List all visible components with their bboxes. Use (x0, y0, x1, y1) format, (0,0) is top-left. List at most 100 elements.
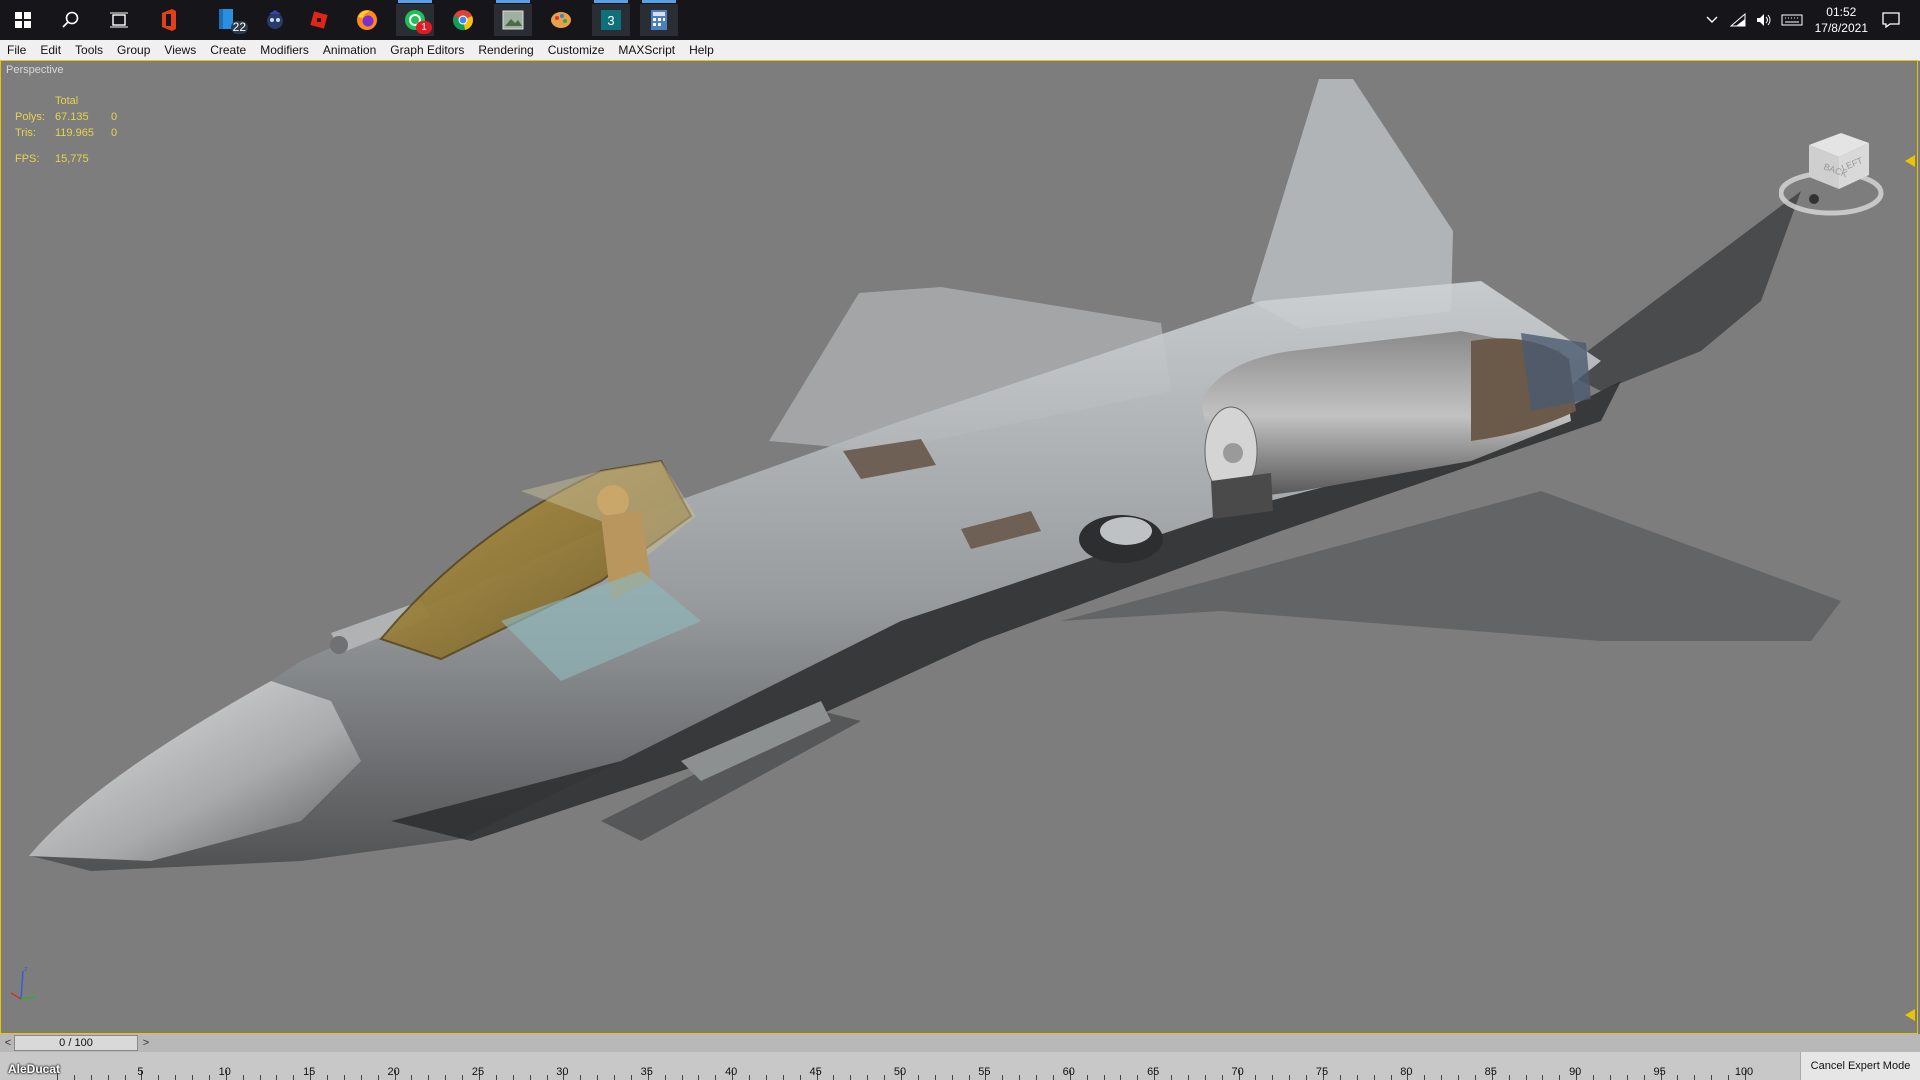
paint-app-icon[interactable] (542, 4, 580, 36)
windows-taskbar: 22 1 3 01:52 17/8/2021 (0, 0, 1920, 40)
notification-center-icon[interactable] (1880, 0, 1902, 40)
track-tick (1458, 1075, 1460, 1080)
menu-help[interactable]: Help (682, 40, 721, 60)
keyboard-icon[interactable] (1779, 0, 1805, 40)
track-tick (1593, 1075, 1595, 1080)
game-app-icon[interactable] (256, 4, 294, 36)
track-tick (799, 1075, 801, 1080)
track-tick (968, 1075, 970, 1080)
menu-views[interactable]: Views (157, 40, 203, 60)
track-tick (614, 1075, 616, 1080)
track-tick (124, 1075, 126, 1080)
track-tick (1441, 1075, 1443, 1080)
cancel-expert-mode-button[interactable]: Cancel Expert Mode (1800, 1052, 1920, 1080)
track-tick (1171, 1075, 1173, 1080)
track-tick (1137, 1075, 1139, 1080)
track-tick (1694, 1075, 1696, 1080)
menu-file[interactable]: File (0, 40, 33, 60)
track-tick-label: 5 (137, 1066, 144, 1078)
track-tick (1474, 1075, 1476, 1080)
viewcube[interactable]: BACK LEFT (1779, 123, 1889, 223)
pilot-figure (597, 485, 629, 517)
track-tick (1289, 1075, 1291, 1080)
time-slider-thumb[interactable]: 0 / 100 (14, 1035, 138, 1051)
track-tick (360, 1075, 362, 1080)
menu-animation[interactable]: Animation (316, 40, 383, 60)
track-tick (934, 1075, 936, 1080)
jet-model-render (29, 79, 1841, 871)
track-tick (377, 1075, 379, 1080)
track-tick (1626, 1075, 1628, 1080)
tris-selected: 0 (111, 127, 118, 139)
svg-text:z: z (24, 966, 28, 973)
track-tick (529, 1075, 531, 1080)
track-tick-label: 15 (303, 1066, 316, 1078)
whatsapp-icon[interactable]: 1 (396, 0, 434, 36)
track-tick (1221, 1075, 1223, 1080)
watermark-username: AleDucat (8, 1062, 61, 1076)
svg-text:3: 3 (607, 13, 614, 28)
calculator-icon[interactable] (640, 0, 678, 36)
notification-count-badge: 22 (230, 20, 248, 34)
menu-graph-editors[interactable]: Graph Editors (383, 40, 471, 60)
track-tick (73, 1075, 75, 1080)
menu-rendering[interactable]: Rendering (471, 40, 540, 60)
office-icon[interactable] (150, 4, 188, 36)
task-view-icon[interactable] (100, 4, 138, 36)
time-slider-next-button[interactable]: > (140, 1036, 152, 1050)
track-tick (1204, 1075, 1206, 1080)
track-tick (1390, 1075, 1392, 1080)
track-tick (259, 1075, 261, 1080)
track-tick (512, 1075, 514, 1080)
chrome-icon[interactable] (444, 4, 482, 36)
chevron-up-icon[interactable] (1701, 0, 1723, 40)
track-tick (1120, 1075, 1122, 1080)
track-tick (698, 1075, 700, 1080)
menu-customize[interactable]: Customize (541, 40, 612, 60)
clock-time: 01:52 (1826, 5, 1857, 19)
track-tick (749, 1075, 751, 1080)
track-tick (293, 1075, 295, 1080)
clock-date: 17/8/2021 (1814, 21, 1868, 35)
volume-icon[interactable] (1753, 0, 1775, 40)
perspective-viewport[interactable]: Perspective Total Polys: 67.135 0 Tris: 119… (0, 60, 1918, 1034)
track-tick (1339, 1075, 1341, 1080)
roblox-icon[interactable] (300, 4, 338, 36)
track-tick (1508, 1075, 1510, 1080)
track-tick (1643, 1075, 1645, 1080)
menu-edit[interactable]: Edit (33, 40, 68, 60)
menu-maxscript[interactable]: MAXScript (611, 40, 682, 60)
search-icon[interactable] (52, 4, 90, 36)
track-tick (1103, 1075, 1105, 1080)
track-tick-label: 70 (1231, 1066, 1244, 1078)
file-explorer-icon[interactable]: 22 (208, 4, 248, 36)
menu-tools[interactable]: Tools (68, 40, 110, 60)
time-slider[interactable]: < 0 / 100 > (0, 1034, 1920, 1052)
menu-modifiers[interactable]: Modifiers (253, 40, 316, 60)
track-bar[interactable]: 5 10 15 20 25 30 35 40 45 50 55 60 65 70 75 80 85 90 95 100 (0, 1052, 1800, 1080)
polys-label: Polys: (15, 111, 45, 123)
viewport-edge-arrow (1905, 1009, 1915, 1021)
3ds-max-icon[interactable]: 3 (592, 0, 630, 36)
firefox-icon[interactable] (348, 4, 386, 36)
track-tick (462, 1075, 464, 1080)
menu-group[interactable]: Group (110, 40, 157, 60)
fps-value: 15,775 (55, 153, 89, 165)
track-tick (1373, 1075, 1375, 1080)
track-tick (343, 1075, 345, 1080)
track-tick (1356, 1075, 1358, 1080)
track-tick (630, 1075, 632, 1080)
menu-create[interactable]: Create (203, 40, 253, 60)
track-tick (580, 1075, 582, 1080)
windows-start-icon[interactable] (4, 4, 42, 36)
track-tick (546, 1075, 548, 1080)
fps-label: FPS: (15, 153, 40, 165)
network-icon[interactable] (1727, 0, 1749, 40)
time-slider-prev-button[interactable]: < (2, 1036, 14, 1050)
taskbar-clock[interactable]: 01:52 17/8/2021 (1815, 4, 1868, 36)
track-tick-label: 80 (1400, 1066, 1413, 1078)
track-tick-label: 30 (556, 1066, 569, 1078)
track-tick (833, 1075, 835, 1080)
image-viewer-icon[interactable] (494, 0, 532, 36)
viewport-label[interactable]: Perspective (6, 64, 63, 76)
